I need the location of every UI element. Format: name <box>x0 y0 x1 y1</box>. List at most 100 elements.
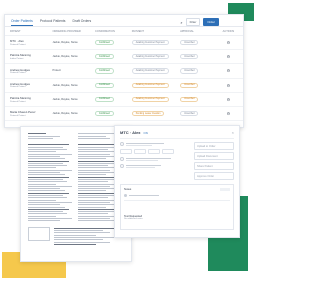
header-provider[interactable]: Ordering Provider <box>53 30 96 33</box>
patient-cell[interactable]: Andrew Hodges Protocol Patient <box>10 68 53 75</box>
provider-cell: Protect <box>52 69 61 73</box>
notes-title: Notes <box>124 187 132 191</box>
patient-cell[interactable]: Maria Chavez-Perez Protocol Patient <box>10 110 53 117</box>
document-text-line <box>28 162 63 164</box>
document-text-line <box>28 201 72 203</box>
tab-order-patients[interactable]: Order Patients <box>11 19 33 26</box>
date-box-1[interactable] <box>120 149 132 154</box>
document-text-line <box>28 181 68 183</box>
document-text-line <box>78 199 118 201</box>
table-row[interactable]: Maria Chavez-Perez Protocol Patient Jack… <box>5 107 243 122</box>
document-text-line <box>28 165 68 167</box>
document-text-line <box>78 197 108 199</box>
approve-order-button[interactable]: Approve Order <box>194 172 234 180</box>
table-row[interactable]: MTC · Alex Protocol Patient Jackie, Rayl… <box>5 36 243 51</box>
document-text-line <box>28 206 65 208</box>
patient-cell[interactable]: Patricia Manning Protocol Patient <box>10 96 53 103</box>
upload-to-order-button[interactable]: Upload to Order <box>194 142 234 150</box>
confirmation-badge: Confirmed <box>95 110 114 117</box>
table-row[interactable]: Patricia Manning Intake Patient Jackie, … <box>5 50 243 65</box>
document-text-line <box>78 208 115 210</box>
document-text-line <box>78 160 115 162</box>
patient-cell[interactable]: Andrew Hodges Protocol Patient <box>10 82 53 89</box>
document-text-line <box>28 190 65 192</box>
document-text-line <box>78 176 115 178</box>
detail-title: MTC · Alex <box>120 130 141 135</box>
close-icon[interactable]: × <box>232 130 234 135</box>
document-text-line <box>78 190 106 192</box>
document-stamp <box>28 226 50 241</box>
provider-cell: Jackie, Raylee, Nurse <box>52 112 78 116</box>
date-box-2[interactable] <box>134 149 146 154</box>
table-toolbar: ⌕ Filter Order <box>180 18 219 26</box>
patient-cell[interactable]: MTC · Alex Protocol Patient <box>10 39 53 46</box>
patient-type: Protocol Patient <box>10 43 26 46</box>
confirmation-badge: Confirmed <box>95 82 114 88</box>
gear-icon[interactable]: ⚙ <box>219 83 238 88</box>
patient-name: Maria Chavez-Perez <box>10 110 36 115</box>
document-text-line <box>28 195 63 197</box>
date-box-4[interactable] <box>162 149 174 154</box>
confirmation-badge: Confirmed <box>95 96 114 102</box>
document-text-line <box>28 183 56 185</box>
document-text-line <box>78 192 115 194</box>
table-row[interactable]: Andrew Hodges Protocol Patient Jackie, R… <box>5 79 243 93</box>
patient-type: Protocol Patient <box>10 100 26 103</box>
payment-badge: Awaiting Customer Payment <box>131 96 169 102</box>
patient-cell[interactable]: Patricia Manning Intake Patient <box>10 53 53 60</box>
payment-badge: Awaiting Customer Payment <box>131 54 169 60</box>
document-text-line <box>78 151 118 153</box>
document-text-line <box>54 227 117 229</box>
provider-cell: Jackie, Raylee, Nurse <box>52 83 78 87</box>
location-icon <box>120 164 124 168</box>
share-patient-button[interactable]: Share Patient <box>194 162 234 170</box>
orders-table-card: Order Patients Protocol Patients Draft O… <box>4 14 244 128</box>
tab-protocol-patients[interactable]: Protocol Patients <box>40 19 66 26</box>
payment-badge: Awaiting Customer Payment <box>131 40 169 46</box>
document-text-line <box>28 199 56 201</box>
notes-menu[interactable] <box>220 187 230 191</box>
header-confirmation[interactable]: Confirmation <box>95 30 132 33</box>
confirmation-badge: Confirmed <box>95 40 114 46</box>
document-text-line <box>78 217 111 219</box>
patient-name: Patricia Manning <box>10 96 31 101</box>
document-text-line <box>54 230 103 232</box>
detail-fields <box>120 142 190 180</box>
document-text-line <box>78 167 118 169</box>
user-icon <box>120 157 124 161</box>
header-payment[interactable]: Payment <box>132 30 180 33</box>
tab-draft-orders[interactable]: Draft Orders <box>73 19 92 26</box>
gear-icon[interactable]: ⚙ <box>219 68 238 73</box>
gear-icon[interactable]: ⚙ <box>219 54 238 59</box>
header-approval[interactable]: Approval <box>180 30 219 33</box>
search-icon[interactable]: ⌕ <box>180 20 182 25</box>
table-row[interactable]: Patricia Manning Protocol Patient Jackie… <box>5 93 243 107</box>
patient-type: Protocol Patient <box>10 72 26 75</box>
gear-icon[interactable]: ⚙ <box>219 40 238 45</box>
date-box-3[interactable] <box>148 149 160 154</box>
header-patient[interactable]: Patient <box>10 30 53 33</box>
new-order-button[interactable]: Order <box>203 18 219 26</box>
table-row[interactable]: Andrew Hodges Protocol Patient Protect C… <box>5 64 243 79</box>
payment-badge: Pending Lease Creation <box>131 110 165 117</box>
document-text-line <box>54 239 103 241</box>
document-text-line <box>54 232 110 234</box>
document-text-line <box>54 241 110 243</box>
document-text-line <box>28 167 56 169</box>
gear-icon[interactable]: ⚙ <box>219 97 238 102</box>
provider-cell: Jackie, Raylee, Nurse <box>52 97 78 101</box>
gear-icon[interactable]: ⚙ <box>219 111 238 116</box>
upload-document-button[interactable]: Upload Document <box>194 152 234 160</box>
document-text-line <box>28 204 61 206</box>
document-text-line <box>28 144 70 146</box>
document-text-line <box>28 211 63 213</box>
document-text-line <box>78 153 111 155</box>
document-text-line <box>78 201 111 203</box>
filter-button[interactable]: Filter <box>185 18 201 26</box>
avatar <box>124 194 127 197</box>
document-text-line <box>28 169 72 171</box>
order-detail-card: MTC · Alex ON × Upload to Order Upload D… <box>114 125 240 238</box>
approval-badge: Unverified <box>180 40 199 46</box>
document-text-line <box>78 144 115 146</box>
approval-badge: Unverified <box>180 68 199 74</box>
